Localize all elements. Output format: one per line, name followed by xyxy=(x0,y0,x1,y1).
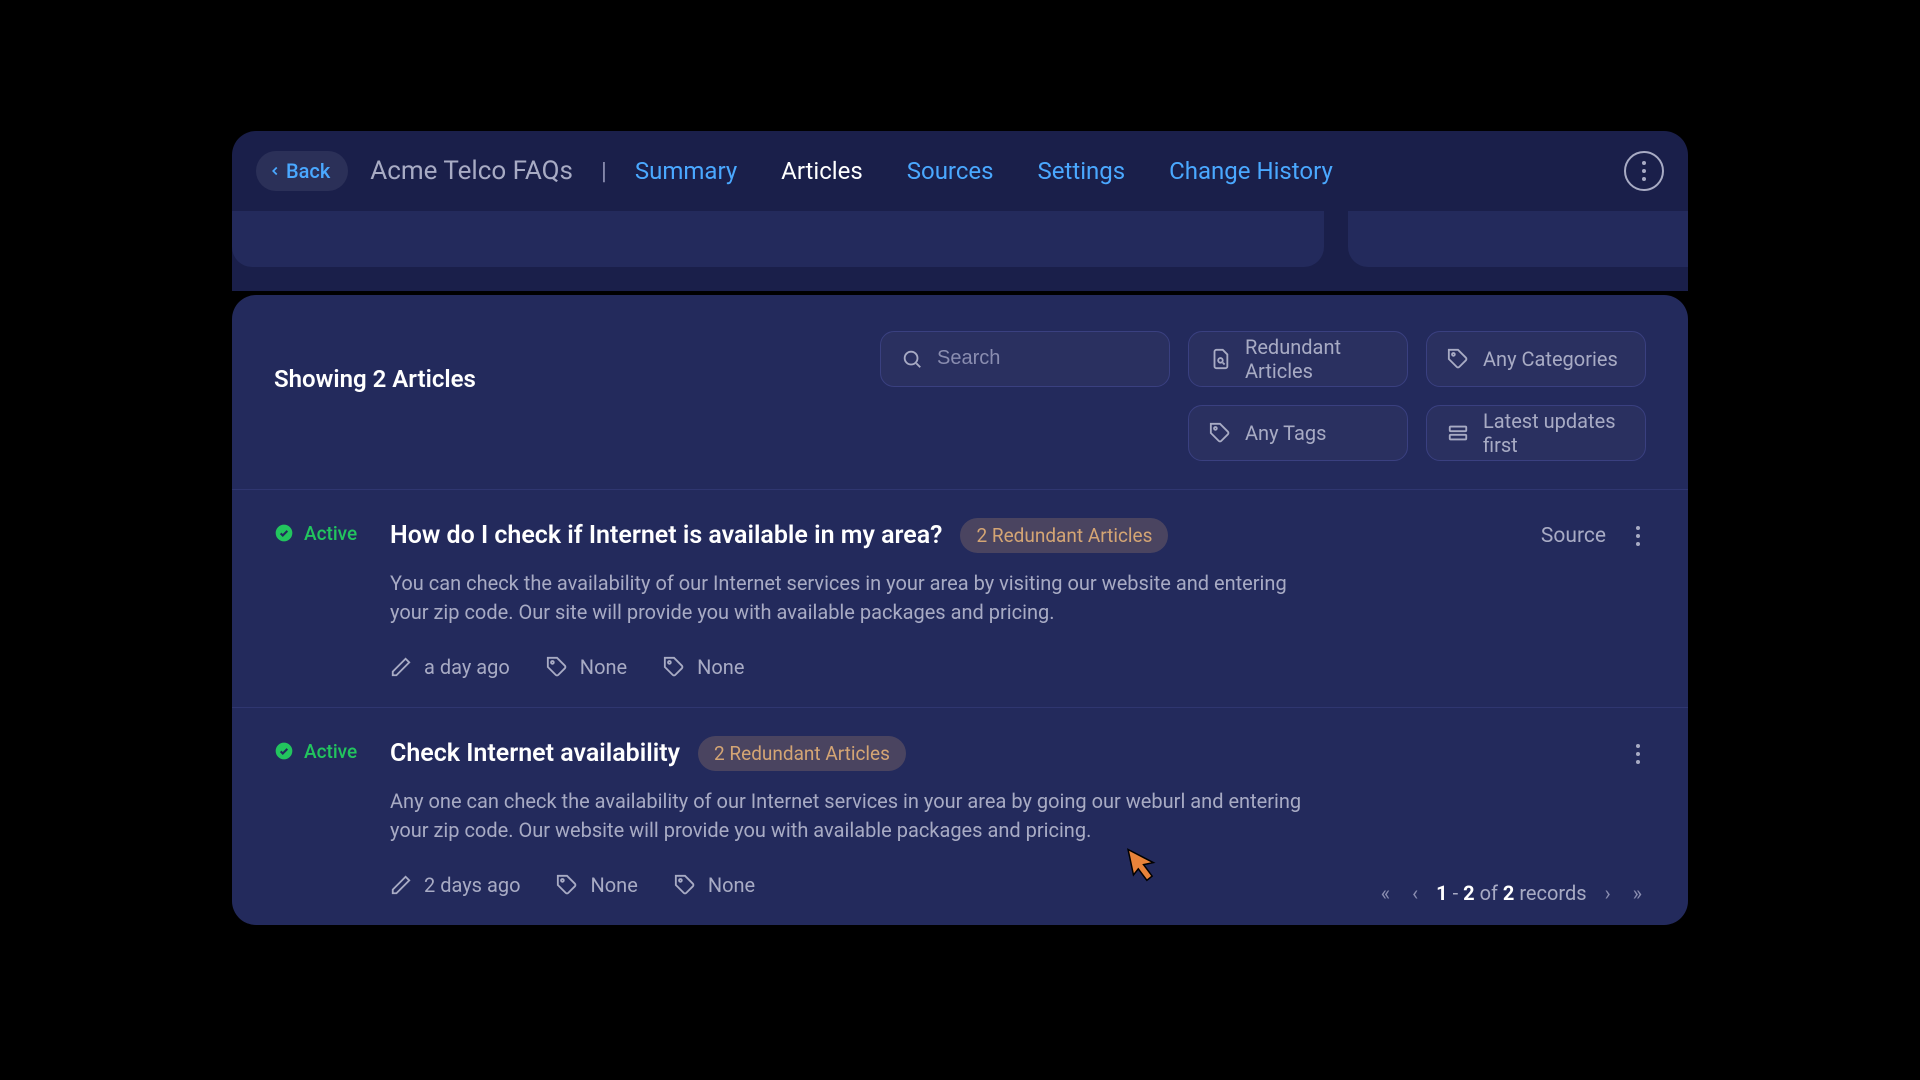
article-more-button[interactable] xyxy=(1630,522,1646,550)
tab-summary[interactable]: Summary xyxy=(635,157,737,185)
page-prev-button[interactable]: ‹ xyxy=(1408,877,1422,909)
status-badge: Active xyxy=(274,740,384,763)
tab-sources[interactable]: Sources xyxy=(907,157,994,185)
sort-dropdown[interactable]: Latest updates first xyxy=(1426,405,1646,461)
page-title: Acme Telco FAQs xyxy=(370,156,573,186)
toolbar: Showing 2 Articles Redundant Articles An… xyxy=(232,295,1688,489)
tag-icon xyxy=(556,874,578,896)
tab-bar: Summary Articles Sources Settings Change… xyxy=(635,157,1333,185)
search-input[interactable] xyxy=(937,347,1149,370)
status-text: Active xyxy=(304,522,357,545)
tag-icon xyxy=(674,874,696,896)
status-text: Active xyxy=(304,740,357,763)
meta-categories: None xyxy=(663,655,744,679)
check-circle-icon xyxy=(274,523,294,543)
check-circle-icon xyxy=(274,741,294,761)
source-link[interactable]: Source xyxy=(1541,524,1606,548)
page-first-button[interactable]: « xyxy=(1377,877,1394,909)
article-row: Active How do I check if Internet is ava… xyxy=(232,489,1688,707)
article-description: Any one can check the availability of ou… xyxy=(390,787,1330,845)
back-button[interactable]: Back xyxy=(256,151,348,191)
filter-tags[interactable]: Any Tags xyxy=(1188,405,1408,461)
filter-categories[interactable]: Any Categories xyxy=(1426,331,1646,387)
chevron-left-icon xyxy=(268,164,282,178)
redundant-badge[interactable]: 2 Redundant Articles xyxy=(960,518,1168,553)
more-vertical-icon xyxy=(1636,526,1640,546)
meta-updated: a day ago xyxy=(390,655,510,679)
search-input-wrapper[interactable] xyxy=(880,331,1170,387)
page-next-button[interactable]: › xyxy=(1601,877,1615,909)
tag-icon xyxy=(1209,422,1231,444)
meta-tags: None xyxy=(546,655,627,679)
results-count: Showing 2 Articles xyxy=(274,365,856,393)
sort-icon xyxy=(1447,422,1469,444)
filter-redundant-label: Redundant Articles xyxy=(1245,335,1387,383)
sort-label: Latest updates first xyxy=(1483,409,1625,457)
header-bar: Back Acme Telco FAQs | Summary Articles … xyxy=(232,131,1688,211)
tab-articles[interactable]: Articles xyxy=(781,157,863,185)
filter-tags-label: Any Tags xyxy=(1245,421,1326,445)
meta-tags: None xyxy=(556,873,637,897)
tag-icon xyxy=(663,656,685,678)
tab-change-history[interactable]: Change History xyxy=(1169,157,1333,185)
pagination: « ‹ 1 - 2 of 2 records › » xyxy=(1377,877,1646,909)
tag-icon xyxy=(546,656,568,678)
status-badge: Active xyxy=(274,522,384,545)
article-description: You can check the availability of our In… xyxy=(390,569,1330,627)
separator: | xyxy=(601,157,607,185)
meta-updated: 2 days ago xyxy=(390,873,520,897)
tag-icon xyxy=(1447,348,1469,370)
pencil-icon xyxy=(390,656,412,678)
redundant-badge[interactable]: 2 Redundant Articles xyxy=(698,736,906,771)
article-title[interactable]: Check Internet availability xyxy=(390,739,680,768)
article-title[interactable]: How do I check if Internet is available … xyxy=(390,521,942,550)
page-last-button[interactable]: » xyxy=(1629,877,1646,909)
sub-header-strip xyxy=(232,211,1688,291)
meta-categories: None xyxy=(674,873,755,897)
tab-settings[interactable]: Settings xyxy=(1038,157,1126,185)
pencil-icon xyxy=(390,874,412,896)
page-range: 1 - 2 of 2 records xyxy=(1436,881,1586,905)
search-icon xyxy=(901,348,923,370)
header-more-button[interactable] xyxy=(1624,151,1664,191)
filter-categories-label: Any Categories xyxy=(1483,347,1618,371)
article-more-button[interactable] xyxy=(1630,740,1646,768)
more-vertical-icon xyxy=(1642,161,1646,181)
more-vertical-icon xyxy=(1636,744,1640,764)
back-label: Back xyxy=(286,159,330,183)
document-search-icon xyxy=(1209,348,1231,370)
filter-redundant[interactable]: Redundant Articles xyxy=(1188,331,1408,387)
articles-panel: Showing 2 Articles Redundant Articles An… xyxy=(232,295,1688,925)
article-list: Active How do I check if Internet is ava… xyxy=(232,489,1688,925)
